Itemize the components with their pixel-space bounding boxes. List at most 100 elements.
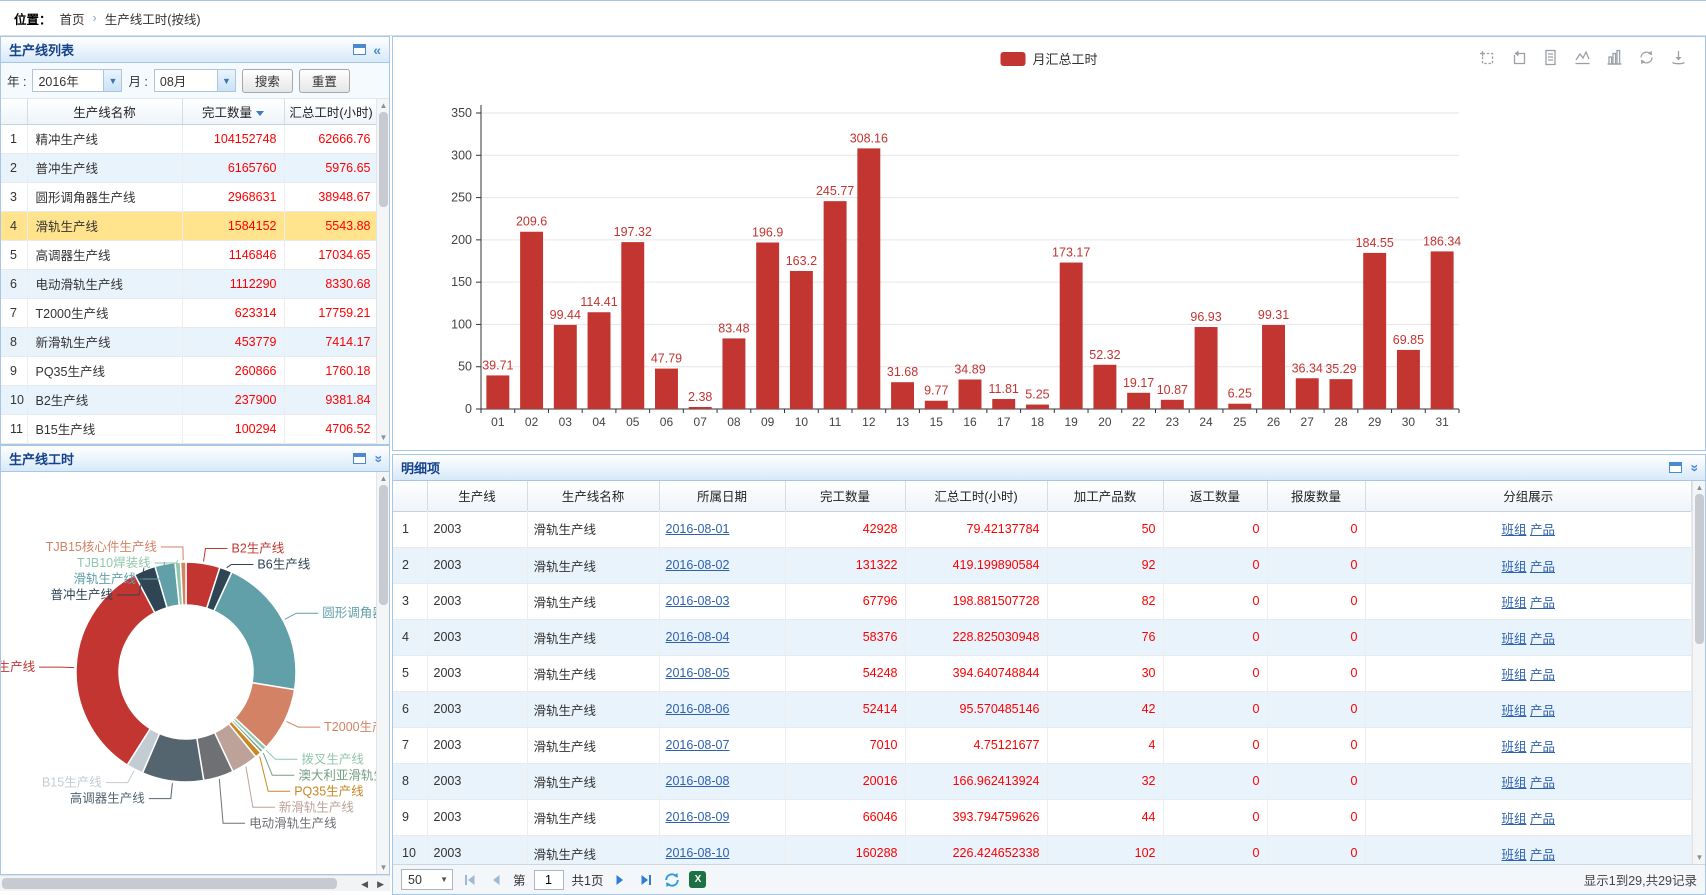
production-line-row[interactable]: 2 普冲生产线 6165760 5976.65	[1, 153, 378, 182]
restore-icon[interactable]	[1638, 49, 1655, 66]
production-line-row[interactable]: 5 高调器生产线 1146846 17034.65	[1, 240, 378, 269]
search-button[interactable]: 搜索	[242, 69, 293, 93]
last-page-button[interactable]	[637, 871, 655, 889]
month-select[interactable]: 08月 ▼	[154, 69, 236, 92]
restore-panel-icon[interactable]	[353, 453, 366, 464]
group-team-link[interactable]: 班组	[1501, 523, 1526, 537]
detail-row[interactable]: 2 2003 滑轨生产线 2016-08-02 131322 419.19989…	[393, 547, 1692, 583]
zoom-reset-icon[interactable]	[1510, 49, 1527, 66]
year-select[interactable]: 2016年 ▼	[32, 69, 122, 92]
group-product-link[interactable]: 产品	[1530, 812, 1555, 826]
scroll-down-icon[interactable]: ▼	[379, 433, 388, 442]
group-product-link[interactable]: 产品	[1530, 632, 1555, 646]
date-link[interactable]: 2016-08-01	[666, 522, 730, 536]
refresh-button[interactable]	[663, 871, 681, 889]
group-product-link[interactable]: 产品	[1530, 776, 1555, 790]
production-line-row[interactable]: 11 B15生产线 100294 4706.52	[1, 414, 378, 443]
chevron-down-icon[interactable]: ▼	[103, 70, 121, 91]
left-horizontal-scrollbar[interactable]: ◀ ▶	[0, 875, 390, 891]
prev-page-button[interactable]	[487, 871, 505, 889]
detail-row[interactable]: 7 2003 滑轨生产线 2016-08-07 7010 4.75121677 …	[393, 727, 1692, 763]
collapse-down-icon[interactable]: «	[370, 455, 384, 463]
next-page-button[interactable]	[611, 871, 629, 889]
production-line-row[interactable]: 9 PQ35生产线 260866 1760.18	[1, 356, 378, 385]
col-header-qty[interactable]: 完工数量	[182, 99, 284, 124]
col-header-hours[interactable]: 汇总工时(小时)	[284, 99, 378, 124]
date-link[interactable]: 2016-08-02	[666, 558, 730, 572]
date-link[interactable]: 2016-08-06	[666, 702, 730, 716]
group-product-link[interactable]: 产品	[1530, 523, 1555, 537]
detail-row[interactable]: 4 2003 滑轨生产线 2016-08-04 58376 228.825030…	[393, 619, 1692, 655]
detail-col-header[interactable]: 所属日期	[659, 481, 785, 511]
group-team-link[interactable]: 班组	[1501, 812, 1526, 826]
scrollbar-thumb[interactable]	[2, 878, 337, 889]
production-line-row[interactable]: 8 新滑轨生产线 453779 7414.17	[1, 327, 378, 356]
date-link[interactable]: 2016-08-05	[666, 666, 730, 680]
scroll-down-icon[interactable]: ▼	[1695, 853, 1704, 862]
date-link[interactable]: 2016-08-04	[666, 630, 730, 644]
group-team-link[interactable]: 班组	[1501, 668, 1526, 682]
pie-slice[interactable]	[76, 575, 155, 765]
bar-chart-icon[interactable]	[1606, 49, 1623, 66]
detail-col-header[interactable]: 完工数量	[785, 481, 905, 511]
chevron-down-icon[interactable]: ▼	[217, 70, 235, 91]
detail-col-header[interactable]: 汇总工时(小时)	[905, 481, 1047, 511]
scrollbar-thumb[interactable]	[379, 112, 388, 207]
detail-row[interactable]: 1 2003 滑轨生产线 2016-08-01 42928 79.4213778…	[393, 511, 1692, 547]
export-excel-button[interactable]: X	[689, 871, 706, 888]
detail-col-header[interactable]: 加工产品数	[1047, 481, 1163, 511]
production-line-row[interactable]: 7 T2000生产线 623314 17759.21	[1, 298, 378, 327]
group-product-link[interactable]: 产品	[1530, 596, 1555, 610]
detail-row[interactable]: 10 2003 滑轨生产线 2016-08-10 160288 226.4246…	[393, 835, 1692, 864]
production-line-row[interactable]: 4 滑轨生产线 1584152 5543.88	[1, 211, 378, 240]
date-link[interactable]: 2016-08-07	[666, 738, 730, 752]
scroll-right-icon[interactable]: ▶	[377, 879, 384, 890]
bar-chart[interactable]: 05010015020025030035039.7101209.60299.44…	[393, 37, 1705, 450]
scrollbar-thumb[interactable]	[379, 485, 388, 605]
group-product-link[interactable]: 产品	[1530, 848, 1555, 862]
line-chart-icon[interactable]	[1574, 49, 1591, 66]
scroll-left-icon[interactable]: ◀	[361, 879, 368, 890]
production-line-row[interactable]: 10 B2生产线 237900 9381.84	[1, 385, 378, 414]
date-link[interactable]: 2016-08-10	[666, 846, 730, 860]
date-link[interactable]: 2016-08-09	[666, 810, 730, 824]
first-page-button[interactable]	[461, 871, 479, 889]
pie-slice[interactable]	[214, 572, 296, 690]
detail-vertical-scrollbar[interactable]: ▲ ▼	[1692, 481, 1705, 864]
download-image-icon[interactable]	[1670, 49, 1687, 66]
page-size-select[interactable]: 50 ▼	[401, 869, 453, 890]
production-line-row[interactable]: 1 精冲生产线 104152748 62666.76	[1, 124, 378, 153]
detail-row[interactable]: 9 2003 滑轨生产线 2016-08-09 66046 393.794759…	[393, 799, 1692, 835]
detail-row[interactable]: 5 2003 滑轨生产线 2016-08-05 54248 394.640748…	[393, 655, 1692, 691]
production-line-row[interactable]: 3 圆形调角器生产线 2968631 38948.67	[1, 182, 378, 211]
detail-col-header[interactable]: 生产线名称	[527, 481, 659, 511]
breadcrumb-home-link[interactable]: 首页	[60, 9, 85, 28]
page-input[interactable]	[534, 870, 564, 890]
group-team-link[interactable]: 班组	[1501, 740, 1526, 754]
group-team-link[interactable]: 班组	[1501, 632, 1526, 646]
group-product-link[interactable]: 产品	[1530, 560, 1555, 574]
detail-col-header[interactable]: 生产线	[427, 481, 527, 511]
detail-row[interactable]: 3 2003 滑轨生产线 2016-08-03 67796 198.881507…	[393, 583, 1692, 619]
pie-vertical-scrollbar[interactable]: ▲ ▼	[376, 472, 389, 874]
date-link[interactable]: 2016-08-03	[666, 594, 730, 608]
group-team-link[interactable]: 班组	[1501, 704, 1526, 718]
detail-col-header[interactable]: 分组展示	[1365, 481, 1692, 511]
restore-panel-icon[interactable]	[1669, 462, 1682, 473]
group-product-link[interactable]: 产品	[1530, 740, 1555, 754]
detail-col-header[interactable]: 报废数量	[1267, 481, 1365, 511]
detail-row[interactable]: 8 2003 滑轨生产线 2016-08-08 20016 166.962413…	[393, 763, 1692, 799]
scrollbar-thumb[interactable]	[1695, 494, 1704, 644]
group-product-link[interactable]: 产品	[1530, 704, 1555, 718]
date-link[interactable]: 2016-08-08	[666, 774, 730, 788]
group-team-link[interactable]: 班组	[1501, 560, 1526, 574]
col-header-line-name[interactable]: 生产线名称	[27, 99, 182, 124]
restore-panel-icon[interactable]	[353, 44, 366, 55]
reset-button[interactable]: 重置	[299, 69, 350, 93]
group-product-link[interactable]: 产品	[1530, 668, 1555, 682]
detail-col-header[interactable]: 返工数量	[1163, 481, 1267, 511]
detail-row[interactable]: 6 2003 滑轨生产线 2016-08-06 52414 95.5704851…	[393, 691, 1692, 727]
scroll-up-icon[interactable]: ▲	[1695, 483, 1704, 492]
group-team-link[interactable]: 班组	[1501, 596, 1526, 610]
collapse-down-icon[interactable]: «	[1686, 464, 1700, 472]
